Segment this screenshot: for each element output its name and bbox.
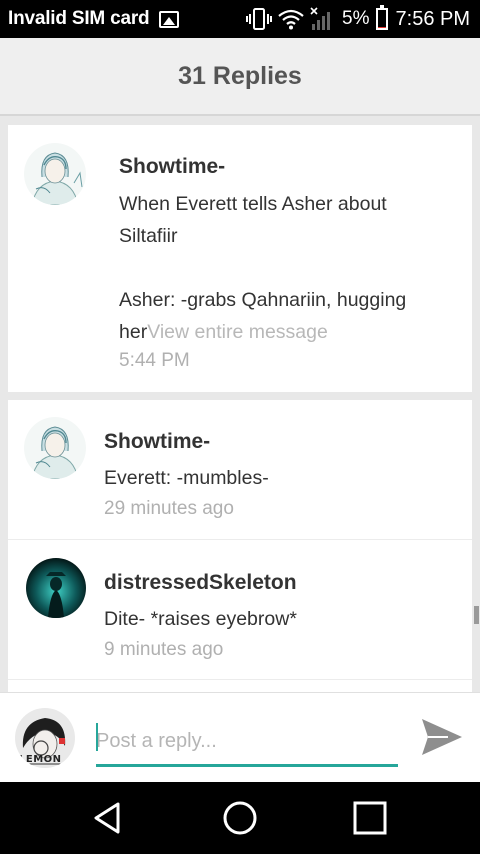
reply-card[interactable]: Showtime- Everett: -mumbles- 29 minutes …: [8, 400, 472, 692]
scrollbar-thumb[interactable]: [474, 606, 479, 624]
reply-timestamp: 5:44 PM: [119, 350, 190, 371]
text-caret: [96, 723, 98, 751]
reply-timestamp: 29 minutes ago: [104, 498, 234, 519]
avatar[interactable]: [26, 558, 86, 618]
back-icon[interactable]: [86, 796, 130, 840]
no-signal-icon: [310, 7, 331, 30]
reply-author[interactable]: distressedSkeleton: [104, 571, 297, 595]
battery-percent: 5%: [342, 8, 370, 29]
reply-author[interactable]: Showtime-: [119, 155, 225, 179]
avatar-text: LEMON: [19, 754, 62, 765]
reply-composer: LEMON: [0, 692, 480, 782]
vibrate-icon: [246, 8, 273, 30]
send-icon[interactable]: [418, 715, 466, 759]
image-notification-icon: [159, 10, 180, 28]
view-entire-message-link[interactable]: View entire message: [147, 321, 328, 343]
my-avatar[interactable]: LEMON: [15, 708, 75, 768]
reply-message-line: her: [119, 321, 148, 343]
wifi-icon: [278, 9, 304, 30]
navigation-bar: [0, 782, 480, 854]
recents-icon[interactable]: [348, 796, 392, 840]
reply-item[interactable]: Showtime- When Everett tells Asher about…: [8, 125, 472, 392]
home-icon[interactable]: [218, 796, 262, 840]
status-bar: Invalid SIM card 5% 7:56 PM: [0, 0, 480, 38]
reply-timestamp: 9 minutes ago: [104, 639, 224, 660]
replies-header: 31 Replies: [0, 38, 480, 116]
reply-message: Everett: -mumbles-: [104, 467, 269, 489]
battery-icon: [375, 5, 388, 30]
reply-card[interactable]: Showtime- When Everett tells Asher about…: [8, 125, 472, 392]
carrier-text: Invalid SIM card: [8, 8, 150, 29]
avatar[interactable]: [24, 143, 86, 205]
avatar[interactable]: [24, 417, 86, 479]
reply-message: When Everett tells Asher about Siltafiir…: [119, 188, 449, 348]
reply-item[interactable]: distressedSkeleton Dite- *raises eyebrow…: [8, 539, 472, 679]
reply-author[interactable]: Showtime-: [104, 430, 210, 454]
reply-message-line: Asher: -grabs Qahnariin, hugging: [119, 289, 407, 311]
page-title: 31 Replies: [178, 61, 302, 90]
reply-item[interactable]: [8, 679, 472, 692]
reply-input[interactable]: [96, 719, 398, 767]
reply-item[interactable]: Showtime- Everett: -mumbles- 29 minutes …: [8, 400, 472, 539]
reply-message: Dite- *raises eyebrow*: [104, 608, 297, 630]
reply-message-line: When Everett tells Asher about Siltafiir: [119, 193, 387, 247]
status-time: 7:56 PM: [395, 7, 470, 30]
battery-level-fill: [377, 27, 386, 28]
